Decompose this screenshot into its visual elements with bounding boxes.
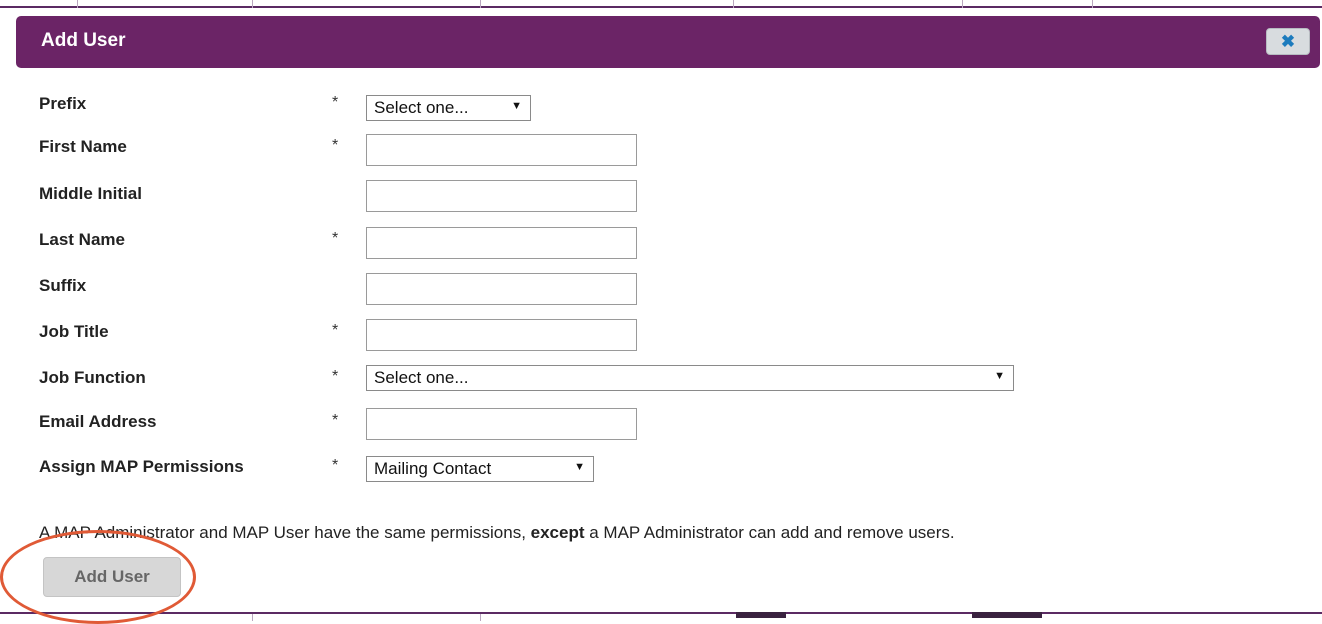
required-marker: * [332, 230, 339, 247]
background-divider [480, 614, 481, 621]
required-marker: * [332, 322, 339, 339]
required-marker: * [332, 368, 339, 385]
required-marker: * [332, 137, 339, 154]
last-name-field[interactable] [366, 227, 637, 259]
background-divider [733, 0, 734, 8]
note-emphasis: except [530, 523, 585, 542]
email-address-label: Email Address [39, 412, 157, 431]
middle-initial-label: Middle Initial [39, 184, 142, 203]
prefix-select-value: Select one... [374, 98, 469, 117]
middle-initial-field[interactable] [366, 180, 637, 212]
suffix-field[interactable] [366, 273, 637, 305]
job-function-select-value: Select one... [374, 368, 469, 387]
chevron-down-icon: ▼ [511, 100, 522, 112]
permissions-select-value: Mailing Contact [374, 459, 492, 478]
background-page-border-bottom [0, 612, 1322, 614]
background-divider [252, 614, 253, 621]
background-divider [77, 0, 78, 8]
note-text: a MAP Administrator can add and remove u… [584, 523, 955, 542]
suffix-label: Suffix [39, 276, 87, 295]
close-button[interactable]: ✖ [1266, 28, 1310, 55]
background-divider [962, 0, 963, 8]
job-function-select[interactable]: Select one... ▼ [366, 365, 1014, 391]
dialog-title: Add User [41, 30, 126, 51]
required-marker: * [332, 94, 339, 111]
background-page-border-top [0, 6, 1322, 8]
background-divider [480, 0, 481, 8]
email-field[interactable] [366, 408, 637, 440]
background-divider [252, 0, 253, 8]
chevron-down-icon: ▼ [574, 461, 585, 473]
required-marker: * [332, 457, 339, 474]
highlight-annotation [0, 530, 196, 624]
add-user-dialog: Add User ✖ Prefix * Select one... ▼ Firs… [14, 12, 1322, 610]
background-dark-element [972, 612, 1042, 618]
permissions-select[interactable]: Mailing Contact ▼ [366, 456, 594, 482]
required-marker: * [332, 412, 339, 429]
prefix-label: Prefix [39, 94, 87, 113]
prefix-select[interactable]: Select one... ▼ [366, 95, 531, 121]
permissions-note: A MAP Administrator and MAP User have th… [39, 523, 955, 543]
chevron-down-icon: ▼ [994, 370, 1005, 382]
last-name-label: Last Name [39, 230, 125, 249]
job-title-field[interactable] [366, 319, 637, 351]
background-dark-element [736, 612, 786, 618]
job-function-label: Job Function [39, 368, 146, 387]
first-name-field[interactable] [366, 134, 637, 166]
close-icon: ✖ [1280, 32, 1296, 51]
permissions-label: Assign MAP Permissions [39, 457, 244, 476]
dialog-titlebar: Add User ✖ [16, 16, 1320, 68]
job-title-label: Job Title [39, 322, 109, 341]
first-name-label: First Name [39, 137, 127, 156]
background-divider [1092, 0, 1093, 8]
